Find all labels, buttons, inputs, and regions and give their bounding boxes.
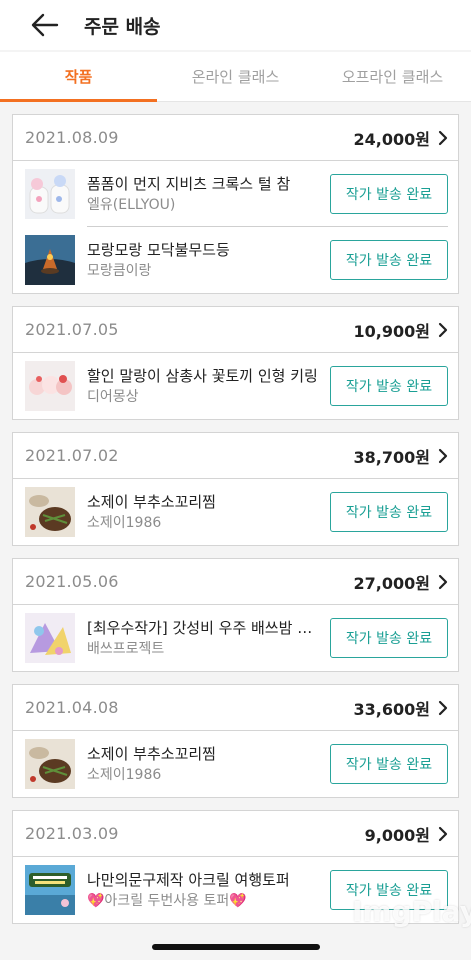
product-name: 나만의문구제작 아크릴 여행토퍼 <box>87 870 290 889</box>
seller-name: 엘유(ELLYOU) <box>87 196 176 213</box>
order-item[interactable]: 모랑모랑 모닥불무드등 모랑큼이랑 작가 발송 완료 <box>13 227 458 293</box>
order-date: 2021.03.09 <box>25 824 119 843</box>
order-item[interactable]: 소제이 부추소꼬리찜 소제이1986 작가 발송 완료 <box>13 479 458 545</box>
product-name: 소제이 부추소꼬리찜 <box>87 492 216 511</box>
order-date: 2021.04.08 <box>25 698 119 717</box>
product-thumbnail <box>25 235 75 285</box>
product-thumbnail <box>25 865 75 915</box>
order-item[interactable]: 소제이 부추소꼬리찜 소제이1986 작가 발송 완료 <box>13 731 458 797</box>
order-price: 24,000원 <box>353 129 430 149</box>
order-list[interactable]: 2021.08.09 24,000원 폼폼이 먼지 지비츠 크록스 털 참 엘유… <box>0 102 471 960</box>
product-name: 소제이 부추소꼬리찜 <box>87 744 216 763</box>
product-thumbnail <box>25 739 75 789</box>
order-card: 2021.07.02 38,700원 소제이 부추소꼬리찜 소제이1986 작가… <box>12 432 459 546</box>
tab-bar: 작품 온라인 클래스 오프라인 클래스 <box>0 52 471 102</box>
chevron-right-icon <box>438 574 448 590</box>
order-card: 2021.07.05 10,900원 할인 말랑이 삼총사 꽃토끼 인형 키링 … <box>12 306 459 420</box>
shipped-status-button[interactable]: 작가 발송 완료 <box>330 366 448 406</box>
seller-name: 모랑큼이랑 <box>87 262 152 279</box>
page-title: 주문 배송 <box>84 15 161 38</box>
order-date: 2021.07.05 <box>25 320 119 339</box>
product-thumbnail <box>25 487 75 537</box>
seller-name: 소제이1986 <box>87 766 162 783</box>
order-price: 38,700원 <box>353 447 430 467</box>
chevron-right-icon <box>438 322 448 338</box>
product-thumbnail <box>25 361 75 411</box>
seller-name: 소제이1986 <box>87 514 162 531</box>
product-thumbnail <box>25 169 75 219</box>
shipped-status-button[interactable]: 작가 발송 완료 <box>330 618 448 658</box>
chevron-right-icon <box>438 448 448 464</box>
order-header[interactable]: 2021.05.06 27,000원 <box>13 559 458 605</box>
order-item[interactable]: 폼폼이 먼지 지비츠 크록스 털 참 엘유(ELLYOU) 작가 발송 완료 <box>13 161 458 227</box>
order-card: 2021.08.09 24,000원 폼폼이 먼지 지비츠 크록스 털 참 엘유… <box>12 114 459 294</box>
chevron-right-icon <box>438 130 448 146</box>
product-name: 모랑모랑 모닥불무드등 <box>87 240 230 259</box>
shipped-status-button[interactable]: 작가 발송 완료 <box>330 174 448 214</box>
tab-label: 온라인 클래스 <box>191 68 280 86</box>
seller-name: 디어몽상 <box>87 388 139 405</box>
order-header[interactable]: 2021.07.05 10,900원 <box>13 307 458 353</box>
order-price: 27,000원 <box>353 573 430 593</box>
order-header[interactable]: 2021.07.02 38,700원 <box>13 433 458 479</box>
order-item[interactable]: [최우수작가] 갓성비 우주 배쓰밤 세트 배쓰프로젝트 작가 발송 완료 <box>13 605 458 671</box>
shipped-status-button[interactable]: 작가 발송 완료 <box>330 240 448 280</box>
app-header: 주문 배송 <box>0 0 471 50</box>
shipped-status-button[interactable]: 작가 발송 완료 <box>330 744 448 784</box>
order-header[interactable]: 2021.03.09 9,000원 <box>13 811 458 857</box>
order-date: 2021.07.02 <box>25 446 119 465</box>
order-date: 2021.08.09 <box>25 128 119 147</box>
order-header[interactable]: 2021.08.09 24,000원 <box>13 115 458 161</box>
order-price: 33,600원 <box>353 699 430 719</box>
shipped-status-button[interactable]: 작가 발송 완료 <box>330 492 448 532</box>
watermark: ImgPlay <box>352 895 471 928</box>
order-card: 2021.04.08 33,600원 소제이 부추소꼬리찜 소제이1986 작가… <box>12 684 459 798</box>
order-price: 9,000원 <box>364 825 430 845</box>
product-name: [최우수작가] 갓성비 우주 배쓰밤 세트 <box>87 618 320 637</box>
chevron-right-icon <box>438 700 448 716</box>
product-name: 폼폼이 먼지 지비츠 크록스 털 참 <box>87 174 291 193</box>
seller-name: 💖아크릴 두번사용 토퍼💖 <box>87 892 247 909</box>
arrow-left-icon <box>31 13 59 37</box>
tab-label: 오프라인 클래스 <box>341 68 444 86</box>
tab-works[interactable]: 작품 <box>0 52 157 102</box>
home-indicator <box>152 944 320 950</box>
order-header[interactable]: 2021.04.08 33,600원 <box>13 685 458 731</box>
chevron-right-icon <box>438 826 448 842</box>
back-button[interactable] <box>22 2 68 48</box>
tab-label: 작품 <box>64 68 93 86</box>
tab-online-class[interactable]: 온라인 클래스 <box>157 52 314 101</box>
seller-name: 배쓰프로젝트 <box>87 640 165 657</box>
order-price: 10,900원 <box>353 321 430 341</box>
product-thumbnail <box>25 613 75 663</box>
order-date: 2021.05.06 <box>25 572 119 591</box>
product-name: 할인 말랑이 삼총사 꽃토끼 인형 키링 <box>87 366 318 385</box>
tab-offline-class[interactable]: 오프라인 클래스 <box>314 52 471 101</box>
order-item[interactable]: 할인 말랑이 삼총사 꽃토끼 인형 키링 디어몽상 작가 발송 완료 <box>13 353 458 419</box>
order-card: 2021.05.06 27,000원 [최우수작가] 갓성비 우주 배쓰밤 세트… <box>12 558 459 672</box>
